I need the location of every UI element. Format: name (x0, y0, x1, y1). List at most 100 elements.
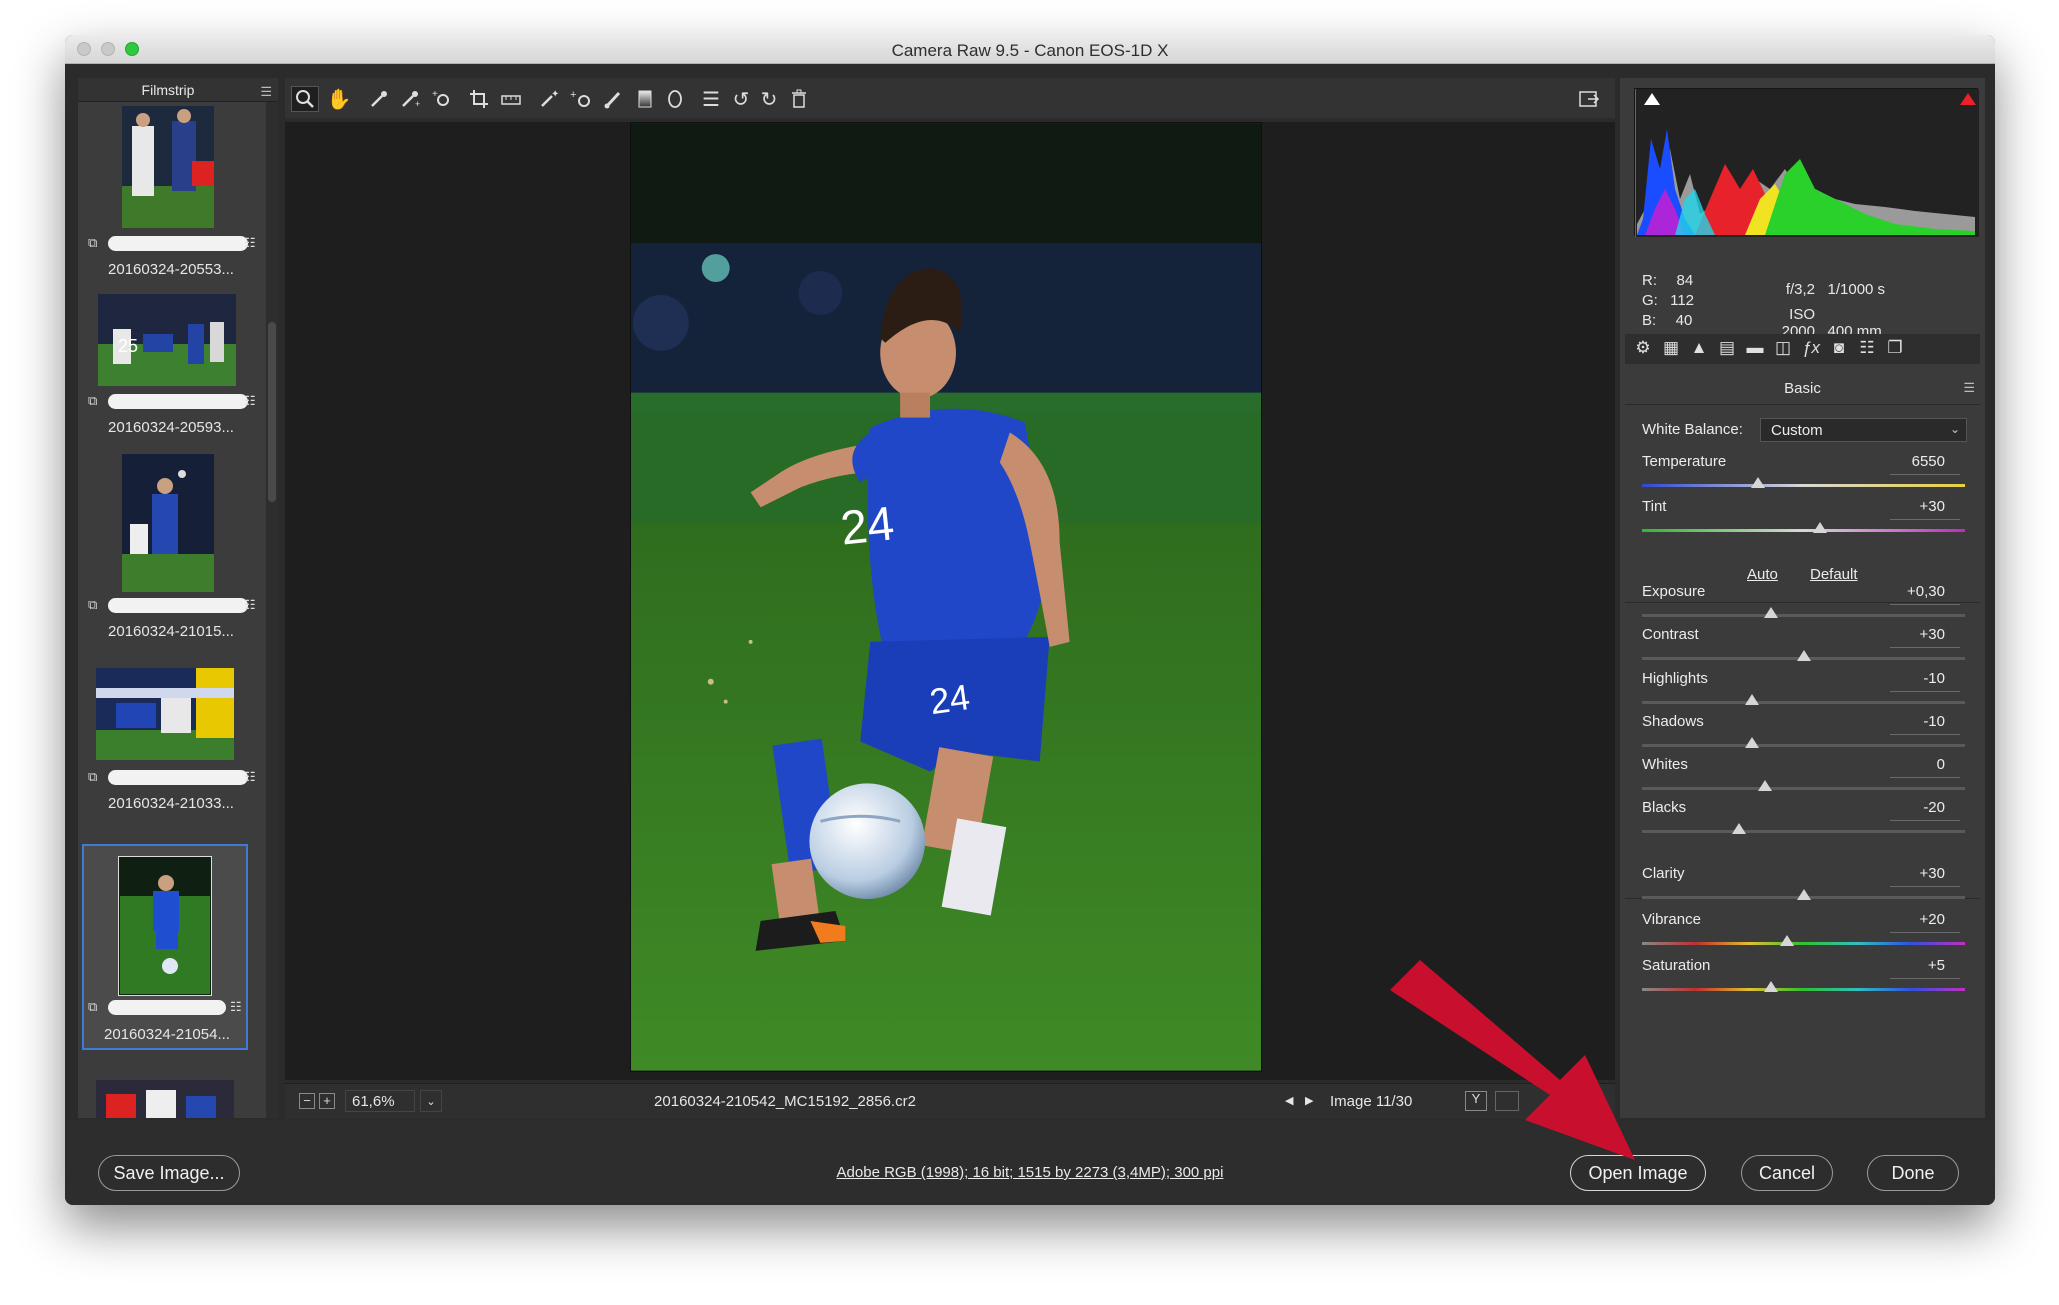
slider-track[interactable] (1642, 988, 1965, 991)
filmstrip-scrollbar[interactable] (266, 102, 278, 1118)
slider-handle[interactable] (1757, 780, 1772, 791)
slider-value-field[interactable]: +0,30 (1885, 583, 1945, 600)
trash-icon[interactable] (785, 86, 813, 112)
camera-calibration-tab-icon[interactable]: ◙ (1827, 338, 1851, 360)
annotation-arrow-icon (1390, 960, 1635, 1160)
slider-track[interactable] (1642, 614, 1965, 617)
highlight-clipping-warning-icon[interactable] (1959, 92, 1977, 106)
fullscreen-toggle-icon[interactable] (1575, 86, 1603, 112)
slider-value-field[interactable]: -10 (1885, 713, 1945, 730)
slider-handle[interactable] (1744, 694, 1759, 705)
slider-track[interactable] (1642, 529, 1965, 532)
color-sampler-tool-icon[interactable]: + (397, 86, 425, 112)
title-bar: Camera Raw 9.5 - Canon EOS-1D X (65, 35, 1995, 64)
snapshots-tab-icon[interactable]: ❐ (1883, 338, 1907, 360)
open-image-button[interactable]: Open Image (1570, 1155, 1706, 1191)
filmstrip-item[interactable]: 25 ⧉ ☷ 20160324-20593... (80, 292, 262, 448)
slider-track[interactable] (1642, 484, 1965, 487)
effects-tab-icon[interactable]: ƒx (1799, 338, 1823, 360)
slider-value-field[interactable]: +30 (1885, 626, 1945, 643)
rating-stars[interactable] (108, 394, 248, 409)
split-toning-tab-icon[interactable]: ▬ (1743, 338, 1767, 360)
thumbnail-controls: ⧉ ☷ (80, 596, 262, 616)
next-image-icon[interactable]: ▶ (1305, 1094, 1313, 1107)
slider-handle[interactable] (1751, 477, 1766, 488)
thumbnail-filename: 20160324-21054... (104, 1026, 230, 1043)
adjustment-brush-icon[interactable] (599, 86, 627, 112)
graduated-filter-icon[interactable] (631, 86, 659, 112)
white-balance-select[interactable]: Custom ⌄ (1760, 418, 1967, 442)
slider-track[interactable] (1642, 787, 1965, 790)
preview-filename: 20160324-210542_MC15192_2856.cr2 (654, 1093, 916, 1110)
r-label: R: (1642, 272, 1657, 289)
filmstrip-item[interactable] (80, 1078, 262, 1118)
white-balance-value: Custom (1771, 422, 1823, 439)
filmstrip-item[interactable]: ⧉ ☷ 20160324-21033... (80, 666, 262, 826)
slider-track[interactable] (1642, 942, 1965, 945)
adjustments-panel: R: 84 G: 112 B: 40 f/3,2 1/1000 s ISO 20… (1620, 78, 1985, 1118)
crop-badge-icon: ⧉ (88, 999, 98, 1014)
slider-value-field[interactable]: 0 (1885, 756, 1945, 773)
slider-label: Contrast (1642, 626, 1699, 643)
image-preview-area[interactable]: 24 24 (285, 122, 1615, 1080)
slider-handle[interactable] (1780, 935, 1795, 946)
slider-handle[interactable] (1764, 607, 1779, 618)
rating-stars[interactable] (108, 770, 248, 785)
filmstrip-title: Filmstrip (141, 82, 195, 98)
slider-value-field[interactable]: +5 (1885, 957, 1945, 974)
rotate-clockwise-icon[interactable]: ↻ (755, 86, 783, 112)
rotate-counterclockwise-icon[interactable]: ↺ (727, 86, 755, 112)
auto-link[interactable]: Auto (1747, 566, 1778, 583)
tone-curve-tab-icon[interactable]: ▦ (1659, 338, 1683, 360)
slider-value-field[interactable]: 6550 (1885, 453, 1945, 470)
white-balance-tool-icon[interactable] (365, 86, 393, 112)
slider-value-field[interactable]: +30 (1885, 498, 1945, 515)
slider-handle[interactable] (1796, 650, 1811, 661)
zoom-tool-icon[interactable] (291, 86, 319, 112)
done-button[interactable]: Done (1867, 1155, 1959, 1191)
filmstrip-item-selected[interactable]: ⧉ ☷ 20160324-21054... (82, 844, 248, 1050)
previous-image-icon[interactable]: ◀ (1285, 1094, 1293, 1107)
straighten-tool-icon[interactable] (497, 86, 525, 112)
radial-filter-icon[interactable] (661, 86, 689, 112)
rating-stars[interactable] (108, 1000, 226, 1015)
slider-track[interactable] (1642, 830, 1965, 833)
hand-tool-icon[interactable]: ✋ (325, 86, 353, 112)
lens-corrections-tab-icon[interactable]: ◫ (1771, 338, 1795, 360)
slider-handle[interactable] (1731, 823, 1746, 834)
slider-value-field[interactable]: +30 (1885, 865, 1945, 882)
svg-text:+: + (415, 99, 420, 109)
thumbnail-image (96, 668, 234, 760)
slider-value-underline (1890, 978, 1960, 979)
detail-tab-icon[interactable]: ▲ (1687, 338, 1711, 360)
rating-stars[interactable] (108, 598, 248, 613)
spot-removal-tool-icon[interactable]: ✦ (535, 86, 563, 112)
preview-photo: 24 24 (630, 122, 1262, 1072)
filmstrip-item[interactable]: ⧉ ☷ 20160324-21015... (80, 452, 262, 662)
slider-track[interactable] (1642, 744, 1965, 747)
default-link[interactable]: Default (1810, 566, 1858, 583)
slider-handle[interactable] (1812, 522, 1827, 533)
crop-tool-icon[interactable] (465, 86, 493, 112)
adjustments-badge-icon: ☷ (244, 393, 256, 408)
hsl-tab-icon[interactable]: ▤ (1715, 338, 1739, 360)
cancel-button[interactable]: Cancel (1741, 1155, 1833, 1191)
slider-track[interactable] (1642, 701, 1965, 704)
filmstrip-scroll-thumb[interactable] (268, 322, 276, 502)
preferences-list-icon[interactable]: ☰ (697, 86, 725, 112)
filmstrip-item[interactable]: ⧉ ☷ 20160324-20553... (80, 104, 262, 284)
section-menu-icon[interactable]: ☰ (1963, 380, 1975, 396)
slider-handle[interactable] (1744, 737, 1759, 748)
slider-handle[interactable] (1764, 981, 1779, 992)
filmstrip-menu-icon[interactable]: ☰ (260, 84, 272, 100)
slider-value-field[interactable]: -20 (1885, 799, 1945, 816)
presets-tab-icon[interactable]: ☷ (1855, 338, 1879, 360)
slider-handle[interactable] (1796, 889, 1811, 900)
rating-stars[interactable] (108, 236, 248, 251)
red-eye-removal-tool-icon[interactable]: + (567, 86, 595, 112)
basic-tab-icon[interactable]: ⚙ (1631, 338, 1655, 360)
slider-value-field[interactable]: +20 (1885, 911, 1945, 928)
slider-value-field[interactable]: -10 (1885, 670, 1945, 687)
targeted-adjustment-tool-icon[interactable]: + (429, 86, 457, 112)
shadow-clipping-warning-icon[interactable] (1643, 92, 1661, 106)
